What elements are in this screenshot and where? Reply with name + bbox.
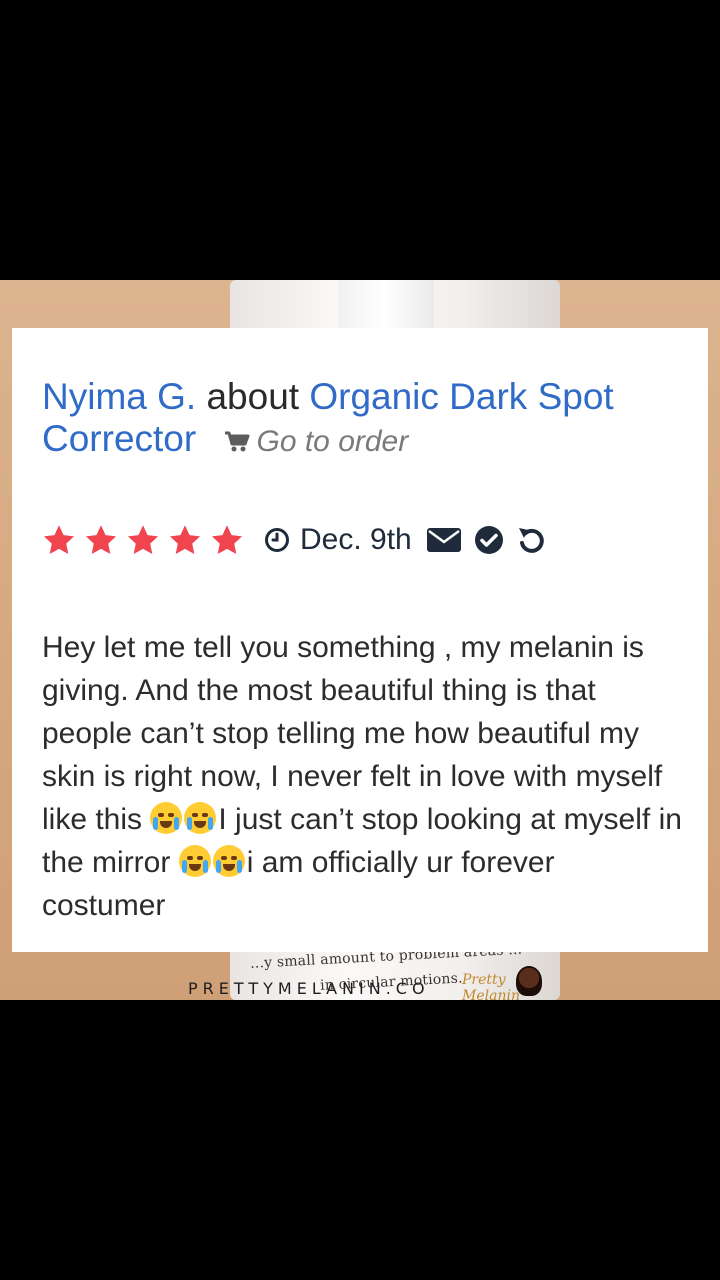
clock-icon [265, 528, 289, 552]
date-text: Dec. 9th [300, 523, 412, 556]
cart-icon [225, 431, 250, 452]
crying-face-emoji [184, 802, 217, 834]
star-icon [85, 525, 117, 555]
review-title: Nyima G. about Organic Dark Spot Correct… [42, 376, 692, 463]
tears-of-joy-emoji [212, 845, 245, 877]
brand-logo: Pretty Melanin [462, 966, 544, 1004]
undo-icon[interactable] [516, 525, 546, 555]
go-to-order-link[interactable]: Go to order [206, 425, 408, 458]
tears-of-joy-emoji [178, 845, 211, 877]
logo-face-icon [516, 966, 542, 996]
check-circle-icon[interactable] [474, 525, 504, 555]
about-text: about [206, 376, 300, 417]
star-icon [43, 525, 75, 555]
crying-face-emoji [150, 802, 183, 834]
author-link[interactable]: Nyima G. [42, 376, 196, 417]
review-meta: Dec. 9th [42, 520, 558, 560]
review-card: Nyima G. about Organic Dark Spot Correct… [12, 328, 708, 952]
go-to-order-label: Go to order [256, 425, 409, 458]
star-icon [127, 525, 159, 555]
watermark: PRETTYMELANIN.CO [188, 979, 430, 998]
envelope-icon[interactable] [426, 526, 462, 554]
star-icon [169, 525, 201, 555]
review-date: Dec. 9th [264, 523, 426, 557]
review-body: Hey let me tell you something , my melan… [42, 626, 682, 927]
star-icon [211, 525, 243, 555]
star-rating [42, 524, 244, 556]
